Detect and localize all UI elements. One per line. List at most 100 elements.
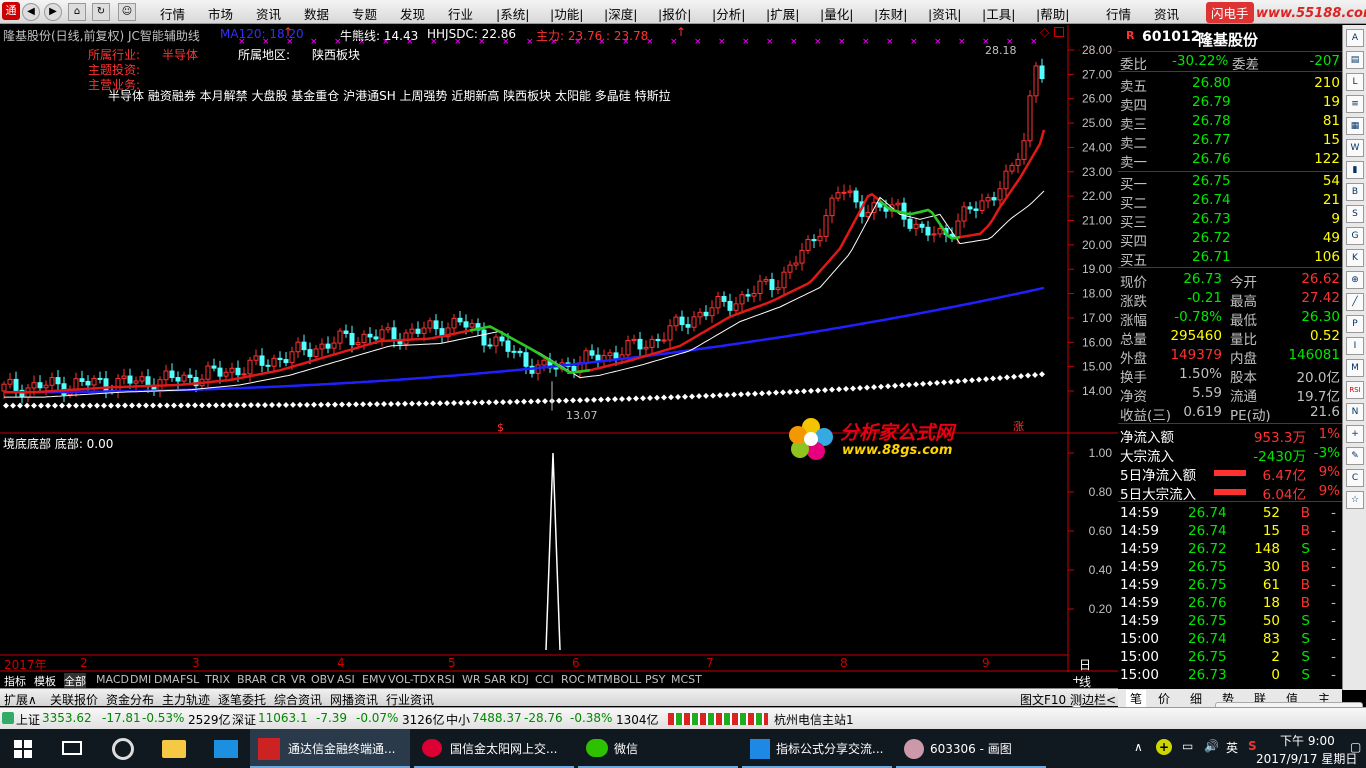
tool-l-icon[interactable]: L [1346, 73, 1364, 91]
tool-s-icon[interactable]: S [1346, 205, 1364, 223]
tool-k-icon[interactable]: K [1346, 249, 1364, 267]
bid-row[interactable]: 买一 26.75 54 [1118, 173, 1342, 193]
user-icon[interactable]: ☺ [118, 3, 136, 21]
taskbar-item-tdx[interactable]: 通达信金融终端通... [250, 729, 410, 768]
tool-a-icon[interactable]: A [1346, 29, 1364, 47]
menu-industry[interactable]: 行业 [448, 4, 473, 23]
menu-analysis[interactable]: |分析| [712, 4, 745, 23]
refresh-icon[interactable]: ↻ [92, 3, 110, 21]
tab-rsi[interactable]: RSI [437, 673, 455, 686]
menu-function[interactable]: |功能| [550, 4, 583, 23]
ask-row[interactable]: 卖四 26.79 19 [1118, 94, 1342, 114]
tab-obv[interactable]: OBV [311, 673, 334, 686]
tool-zoom-icon[interactable]: ⊕ [1346, 271, 1364, 289]
menu-system[interactable]: |系统| [496, 4, 529, 23]
menu-quant[interactable]: |量化| [820, 4, 853, 23]
flash-trade-button[interactable]: 闪电手 [1206, 2, 1254, 23]
tool-grid-icon[interactable]: ▦ [1346, 117, 1364, 135]
tab-industry-news[interactable]: 行业资讯 [386, 691, 434, 708]
tab-fsl[interactable]: FSL [180, 673, 199, 686]
tray-volume-icon[interactable]: 🔊 [1204, 739, 1219, 753]
tab-f10[interactable]: 图文F10 [1020, 691, 1066, 708]
task-view-icon[interactable] [62, 741, 82, 755]
tab-related-quote[interactable]: 关联报价 [50, 691, 98, 708]
tab-cci[interactable]: CCI [535, 673, 554, 686]
tab-mcst[interactable]: MCST [671, 673, 702, 686]
tool-bars-icon[interactable]: ▮ [1346, 161, 1364, 179]
forward-icon[interactable]: ▶ [44, 3, 62, 21]
menu-extend[interactable]: |扩展| [766, 4, 799, 23]
taskbar-item-paint[interactable]: 603306 - 画图 [896, 729, 1046, 768]
menu-data[interactable]: 数据 [304, 4, 329, 23]
tab-dmi[interactable]: DMI [130, 673, 151, 686]
tool-w-icon[interactable]: W [1346, 139, 1364, 157]
tab-macd[interactable]: MACD [96, 673, 129, 686]
back-icon[interactable]: ◀ [22, 3, 40, 21]
tray-ime-icon[interactable]: 英 [1226, 739, 1238, 756]
tab-emv[interactable]: EMV [362, 673, 386, 686]
home-icon[interactable]: ⌂ [68, 3, 86, 21]
tool-b-icon[interactable]: B [1346, 183, 1364, 201]
tab-brar[interactable]: BRAR [237, 673, 267, 686]
server-name[interactable]: 杭州电信主站1 [774, 711, 854, 728]
detail-tab[interactable]: 笔 [1126, 690, 1147, 707]
tab-sar[interactable]: SAR [484, 673, 506, 686]
tab-vol-tdx[interactable]: VOL-TDX [388, 673, 436, 686]
taskbar-item-forum[interactable]: 指标公式分享交流... [742, 729, 892, 768]
menu-quote[interactable]: |报价| [658, 4, 691, 23]
tab-vr[interactable]: VR [291, 673, 306, 686]
app-logo-icon[interactable]: 通 [2, 2, 20, 20]
menu-info[interactable]: |资讯| [928, 4, 961, 23]
tray-plus-icon[interactable]: + [1156, 739, 1172, 755]
tool-list-icon[interactable]: ≡ [1346, 95, 1364, 113]
notification-icon[interactable]: ▢ [1350, 740, 1361, 754]
menu-market[interactable]: 市场 [208, 4, 233, 23]
bid-row[interactable]: 买四 26.72 49 [1118, 230, 1342, 250]
tab-template[interactable]: 模板 [34, 673, 56, 689]
tab-wr[interactable]: WR [462, 673, 481, 686]
detail-tab[interactable]: 价 [1158, 690, 1170, 707]
tool-n-icon[interactable]: N [1346, 403, 1364, 421]
bid-row[interactable]: 买二 26.74 21 [1118, 192, 1342, 212]
tool-rsi-icon[interactable]: RSI [1346, 381, 1364, 399]
tool-star-icon[interactable]: ☆ [1346, 491, 1364, 509]
pinwheel-app-icon[interactable] [112, 738, 134, 760]
kline-chart-panel[interactable]: × × × × × × × × × × × × × × × × × × × × × × × × × × × × × × × × × × 28.00… [0, 25, 1118, 689]
tab-cr[interactable]: CR [271, 673, 286, 686]
desktop-app-icon[interactable] [214, 740, 238, 758]
tab-psy[interactable]: PSY [645, 673, 665, 686]
tab-trix[interactable]: TRIX [205, 673, 230, 686]
tab-general-news[interactable]: 综合资讯 [274, 691, 322, 708]
tab-dma[interactable]: DMA [154, 673, 180, 686]
clock-date[interactable]: 2017/9/17 星期日 [1256, 750, 1357, 767]
menu-news-right[interactable]: 资讯 [1154, 4, 1179, 23]
bid-row[interactable]: 买五 26.71 106 [1118, 249, 1342, 269]
tab-expand[interactable]: 扩展∧ [4, 691, 37, 708]
taskbar-item-wechat[interactable]: 微信 [578, 729, 738, 768]
menu-discover[interactable]: 发现 [400, 4, 425, 23]
menu-hq[interactable]: 行情 [160, 4, 185, 23]
tool-plus-icon[interactable]: + [1346, 425, 1364, 443]
tab-main-track[interactable]: 主力轨迹 [162, 691, 210, 708]
detail-tab[interactable]: 细 [1190, 690, 1202, 707]
clock-time[interactable]: 下午 9:00 [1280, 732, 1335, 749]
kline-chart-svg[interactable]: × × × × × × × × × × × × × × × × × × × × × × × × × × × × × × × × × × 28.00… [0, 25, 1118, 672]
tool-m-icon[interactable]: M [1346, 359, 1364, 377]
bid-row[interactable]: 买三 26.73 9 [1118, 211, 1342, 231]
tool-g-icon[interactable]: G [1346, 227, 1364, 245]
ask-row[interactable]: 卖五 26.80 210 [1118, 75, 1342, 95]
tab-roc[interactable]: ROC [561, 673, 585, 686]
menu-depth[interactable]: |深度| [604, 4, 637, 23]
taskbar-item-guosen[interactable]: 国信金太阳网上交... [414, 729, 574, 768]
tool-p-icon[interactable]: P [1346, 315, 1364, 333]
tab-kdj[interactable]: KDJ [510, 673, 529, 686]
menu-topic[interactable]: 专题 [352, 4, 377, 23]
tool-chart-icon[interactable]: ▤ [1346, 51, 1364, 69]
tool-pen-icon[interactable]: ✎ [1346, 447, 1364, 465]
ask-row[interactable]: 卖三 26.78 81 [1118, 113, 1342, 133]
tray-network-icon[interactable]: ▭ [1182, 739, 1193, 753]
folder-icon[interactable] [162, 740, 186, 758]
menu-news[interactable]: 资讯 [256, 4, 281, 23]
tool-i-icon[interactable]: I [1346, 337, 1364, 355]
tab-web-news[interactable]: 网播资讯 [330, 691, 378, 708]
